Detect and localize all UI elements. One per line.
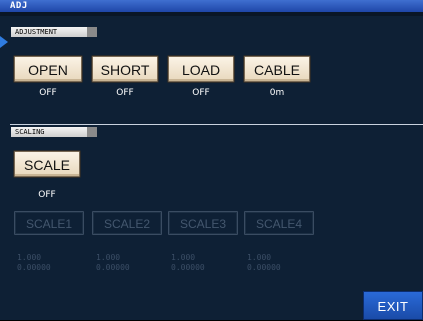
short-status: OFF xyxy=(116,88,134,98)
selection-pointer-icon xyxy=(0,36,8,48)
scale1-value-a: 1.000 xyxy=(17,253,42,262)
scale1-value-b: 0.00000 xyxy=(17,263,51,272)
adj-screen: ADJ ADJUSTMENT OPEN OFF SHORT OFF LOAD O… xyxy=(0,0,423,320)
cable-button[interactable]: CABLE xyxy=(244,56,310,82)
title-bar: ADJ xyxy=(0,0,423,12)
cable-status: 0m xyxy=(269,88,285,98)
open-status: OFF xyxy=(39,88,57,98)
adjustment-section-label: ADJUSTMENT xyxy=(11,27,97,37)
scale3-value-b: 0.00000 xyxy=(171,263,205,272)
load-status: OFF xyxy=(192,88,210,98)
header-strip xyxy=(0,12,423,16)
scale3-button[interactable]: SCALE3 xyxy=(168,211,238,235)
scale4-button[interactable]: SCALE4 xyxy=(244,211,314,235)
load-button[interactable]: LOAD xyxy=(168,56,234,82)
scale3-value-a: 1.000 xyxy=(171,253,196,262)
scale2-value-a: 1.000 xyxy=(96,253,121,262)
short-button[interactable]: SHORT xyxy=(92,56,158,82)
scale1-button[interactable]: SCALE1 xyxy=(14,211,84,235)
scale-button[interactable]: SCALE xyxy=(14,151,80,177)
section-divider xyxy=(10,124,423,125)
window-title: ADJ xyxy=(10,1,28,11)
open-button[interactable]: OPEN xyxy=(14,56,82,82)
exit-button[interactable]: EXIT xyxy=(363,291,423,320)
scale4-value-a: 1.000 xyxy=(247,253,272,262)
scaling-section-label: SCALING xyxy=(11,127,97,137)
scale-status: OFF xyxy=(38,190,56,200)
scale4-value-b: 0.00000 xyxy=(247,263,281,272)
scale2-button[interactable]: SCALE2 xyxy=(92,211,162,235)
scale2-value-b: 0.00000 xyxy=(96,263,130,272)
